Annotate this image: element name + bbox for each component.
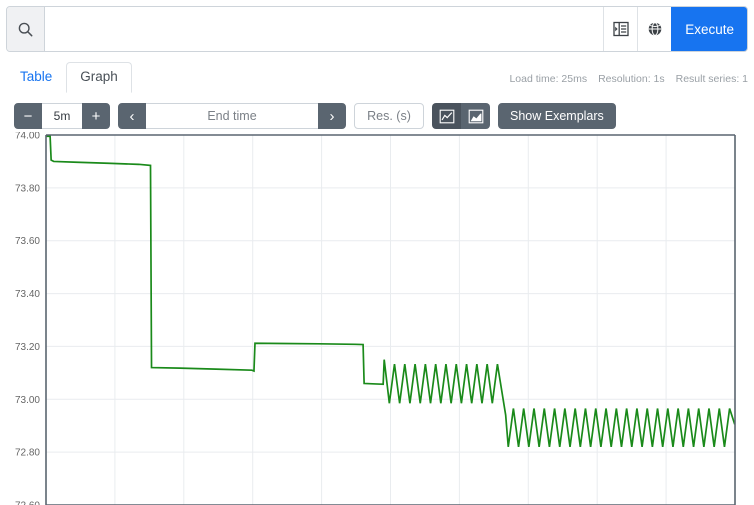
- decrease-range-button[interactable]: −: [14, 103, 42, 129]
- query-input-group: histogram_quantile(0.9, sum by (http_req…: [6, 6, 748, 52]
- promql-token: ): [505, 49, 513, 51]
- globe-history-icon[interactable]: [637, 7, 671, 51]
- range-input[interactable]: 5m: [42, 103, 82, 129]
- promql-token: ,: [475, 49, 490, 51]
- chart-type-toggle: [432, 103, 490, 129]
- promql-token: http_request_method: [294, 49, 437, 51]
- metrics-explorer-icon[interactable]: [603, 7, 637, 51]
- execute-button[interactable]: Execute: [671, 7, 747, 51]
- y-axis-tick-label: 73.00: [15, 395, 40, 406]
- search-icon: [7, 7, 45, 51]
- previous-time-button[interactable]: ‹: [118, 103, 146, 129]
- time-series-chart[interactable]: 74.00 73.80 73.60 73.40 73.20 73.00 72.80 72.60: [0, 132, 754, 505]
- y-axis-tick-label: 73.80: [15, 183, 40, 194]
- promql-token: by: [264, 49, 279, 51]
- promql-token: (: [188, 49, 196, 51]
- range-stepper: − 5m +: [14, 103, 110, 129]
- promql-token: [256, 49, 264, 51]
- next-time-button[interactable]: ›: [318, 103, 346, 129]
- resolution-label: Resolution: 1s: [598, 73, 665, 85]
- end-time-group: ‹ End time ›: [118, 103, 346, 129]
- y-axis-tick-label: 73.40: [15, 289, 40, 300]
- y-axis-tick-label: 72.80: [15, 448, 40, 459]
- y-axis-tick-label: 73.20: [15, 342, 40, 353]
- y-axis-tick-label: 72.60: [15, 501, 40, 505]
- promql-token: (: [286, 49, 294, 51]
- promql-token: ,: [219, 49, 234, 51]
- increase-range-button[interactable]: +: [82, 103, 110, 129]
- promql-line-1: histogram_quantile(0.9, sum by (http_req…: [53, 48, 595, 51]
- promql-token: le: [490, 49, 505, 51]
- show-exemplars-button[interactable]: Show Exemplars: [498, 103, 616, 129]
- graph-controls: − 5m + ‹ End time › Res. (s): [14, 102, 748, 130]
- promql-token: 0.9: [196, 49, 219, 51]
- end-time-input[interactable]: End time: [146, 103, 318, 129]
- query-stats: Load time: 25ms Resolution: 1s Result se…: [509, 73, 748, 85]
- area-chart-icon[interactable]: [461, 103, 490, 129]
- promql-token: ,: [437, 49, 452, 51]
- y-axis-tick-label: 73.60: [15, 236, 40, 247]
- result-view-tabs: Table Graph Load time: 25ms Resolution: …: [6, 62, 748, 92]
- tab-table[interactable]: Table: [6, 62, 66, 93]
- promql-token: job: [452, 49, 475, 51]
- promql-token: sum: [234, 49, 257, 51]
- load-time-label: Load time: 25ms: [509, 73, 587, 85]
- line-chart-icon[interactable]: [432, 103, 461, 129]
- prometheus-query-page: histogram_quantile(0.9, sum by (http_req…: [0, 6, 754, 505]
- tab-graph[interactable]: Graph: [66, 62, 132, 93]
- promql-expression-input[interactable]: histogram_quantile(0.9, sum by (http_req…: [45, 7, 603, 51]
- result-series-label: Result series: 1: [676, 73, 748, 85]
- resolution-input[interactable]: Res. (s): [354, 103, 424, 129]
- y-axis-tick-label: 74.00: [15, 132, 40, 142]
- promql-token: histogram_quantile: [53, 49, 188, 51]
- graph-panel[interactable]: 74.00 73.80 73.60 73.40 73.20 73.00 72.80 72.60: [0, 132, 754, 505]
